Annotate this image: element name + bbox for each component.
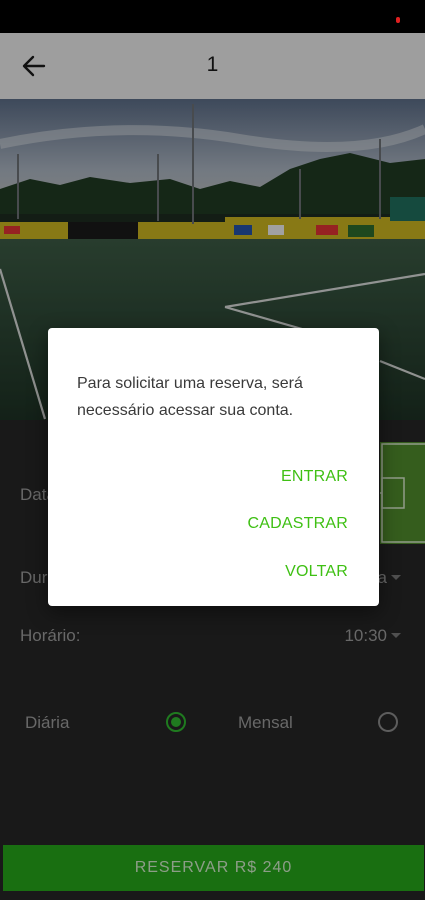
enter-button[interactable]: ENTRAR <box>281 468 348 486</box>
back-dialog-button[interactable]: VOLTAR <box>285 563 348 581</box>
app-bar: 1 <box>0 33 425 99</box>
notification-dot <box>396 17 400 23</box>
page-title: 1 <box>206 53 219 76</box>
status-bar <box>0 0 425 33</box>
login-required-dialog: Para solicitar uma reserva, será necessá… <box>48 328 379 606</box>
register-button[interactable]: CADASTRAR <box>248 515 348 533</box>
dialog-message: Para solicitar uma reserva, será necessá… <box>77 375 303 419</box>
